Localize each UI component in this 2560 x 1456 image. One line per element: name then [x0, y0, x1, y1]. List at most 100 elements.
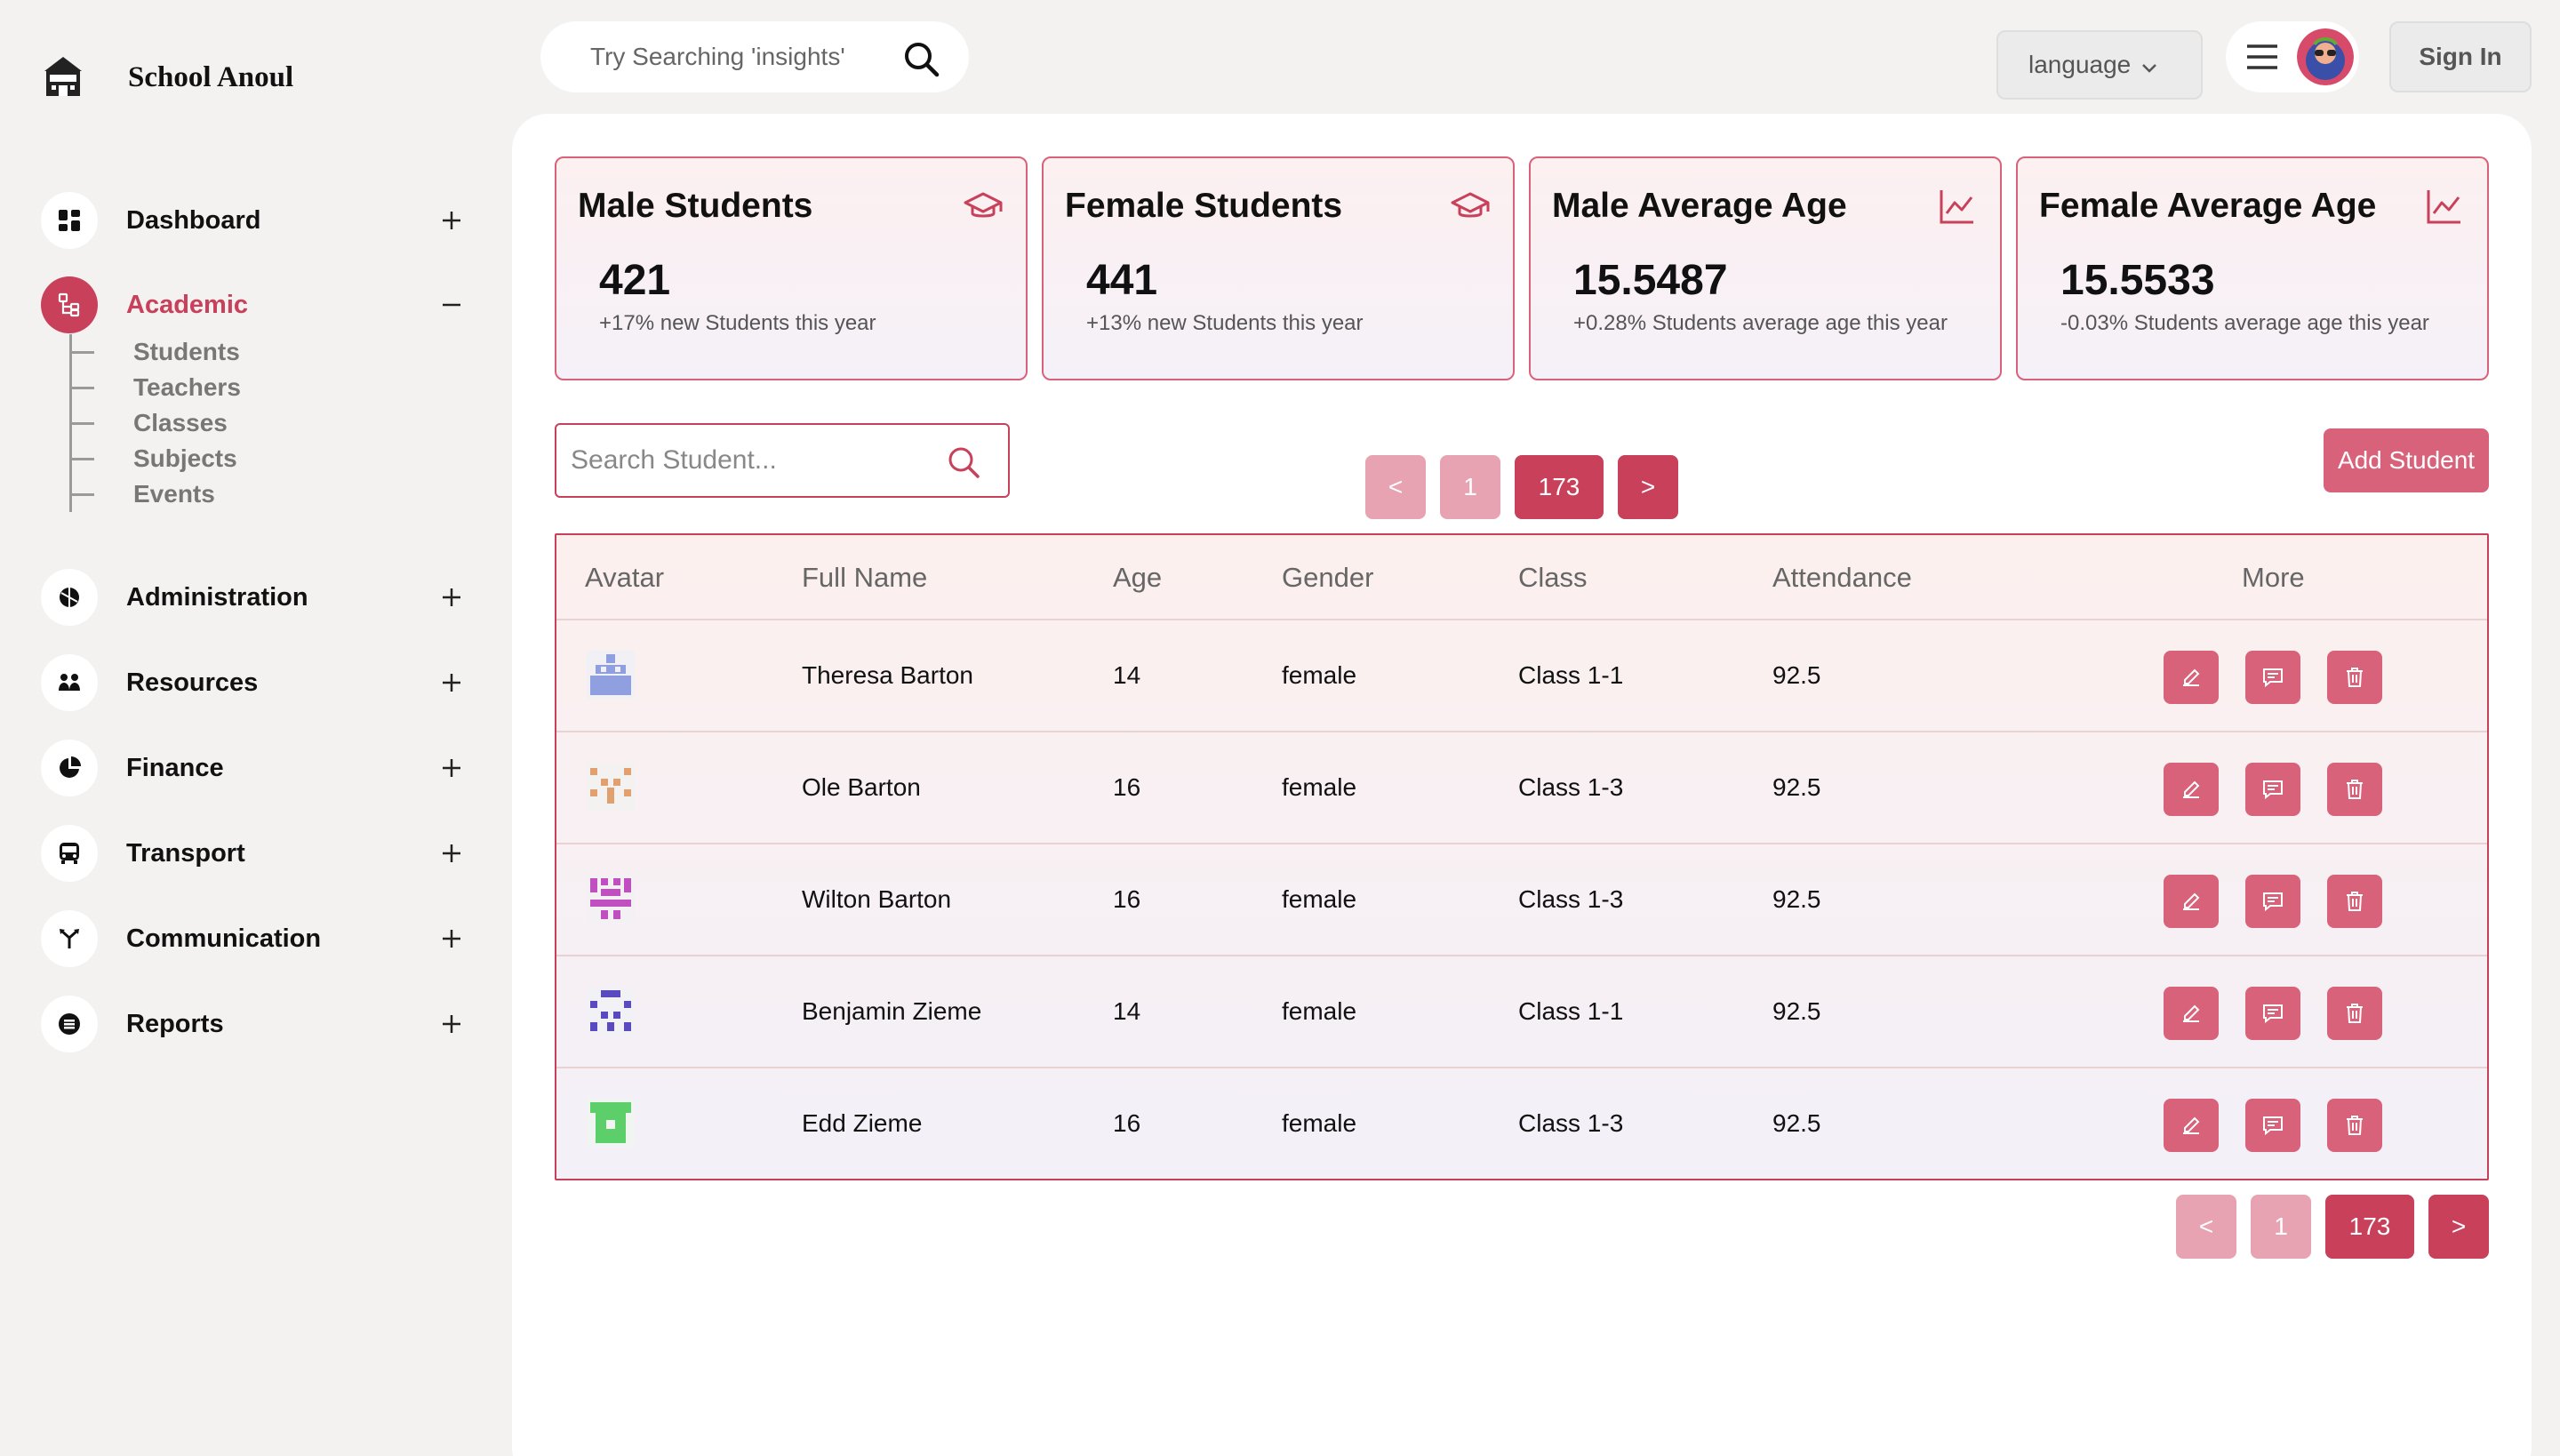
delete-button[interactable]	[2327, 763, 2382, 816]
edit-button[interactable]	[2164, 987, 2219, 1040]
delete-button[interactable]	[2327, 651, 2382, 704]
brand[interactable]: School Anoul	[43, 55, 293, 100]
delete-button[interactable]	[2327, 1099, 2382, 1152]
brand-name: School Anoul	[128, 60, 294, 93]
student-attendance: 92.5	[1772, 997, 1821, 1025]
student-name[interactable]: Theresa Barton	[802, 661, 973, 690]
plus-icon[interactable]	[436, 1008, 468, 1040]
student-name[interactable]: Ole Barton	[802, 773, 921, 802]
message-icon	[2263, 780, 2283, 800]
student-avatar	[587, 651, 635, 699]
pagination-prev-button[interactable]: <	[1365, 455, 1426, 519]
student-attendance: 92.5	[1772, 1109, 1821, 1137]
plus-icon[interactable]	[436, 581, 468, 613]
sidebar-item-dashboard[interactable]: Dashboard	[41, 192, 476, 249]
plus-icon[interactable]	[436, 204, 468, 236]
message-button[interactable]	[2245, 651, 2300, 704]
pagination-current-page[interactable]: 173	[1515, 455, 1604, 519]
subnav-item-subjects[interactable]: Subjects	[69, 441, 237, 476]
student-class: Class 1-1	[1518, 661, 1624, 689]
tick	[69, 350, 94, 354]
student-gender: female	[1282, 885, 1357, 913]
sidebar-item-label: Finance	[126, 753, 224, 782]
pagination-current-page[interactable]: 173	[2325, 1195, 2414, 1259]
card-value: 441	[1086, 257, 1158, 304]
student-avatar	[587, 1099, 635, 1147]
table-row[interactable]: Ole Barton 16 female Class 1-3 92.5	[556, 732, 2487, 844]
subnav-item-teachers[interactable]: Teachers	[69, 370, 241, 405]
delete-button[interactable]	[2327, 875, 2382, 928]
sidebar-item-academic[interactable]: Academic	[41, 276, 476, 333]
plus-icon[interactable]	[436, 667, 468, 699]
edit-button[interactable]	[2164, 1099, 2219, 1152]
trash-icon	[2347, 1004, 2363, 1023]
pagination-next-button[interactable]: >	[2428, 1195, 2489, 1259]
academic-subnav: Students Teachers Classes Subjects Event…	[69, 334, 300, 512]
student-search-input[interactable]	[571, 445, 926, 476]
student-class: Class 1-3	[1518, 773, 1624, 801]
table-row[interactable]: Wilton Barton 16 female Class 1-3 92.5	[556, 844, 2487, 956]
minus-icon[interactable]	[436, 289, 468, 321]
subnav-item-students[interactable]: Students	[69, 334, 240, 370]
pagination-next-button[interactable]: >	[1618, 455, 1678, 519]
message-button[interactable]	[2245, 987, 2300, 1040]
pagination-prev-button[interactable]: <	[2176, 1195, 2236, 1259]
subnav-item-classes[interactable]: Classes	[69, 405, 228, 441]
subnav-item-events[interactable]: Events	[69, 476, 215, 512]
column-header: Gender	[1282, 562, 1374, 593]
pagination-page-button[interactable]: 1	[1440, 455, 1500, 519]
search-icon[interactable]	[901, 39, 940, 78]
trash-icon	[2347, 892, 2363, 911]
table-row[interactable]: Theresa Barton 14 female Class 1-1 92.5	[556, 620, 2487, 732]
table-row[interactable]: Edd Zieme 16 female Class 1-3 92.5	[556, 1068, 2487, 1179]
student-age: 14	[1113, 997, 1141, 1025]
student-age: 16	[1113, 1109, 1141, 1137]
student-name[interactable]: Benjamin Zieme	[802, 997, 981, 1026]
sidebar-item-communication[interactable]: Communication	[41, 910, 476, 967]
column-header: More	[2242, 562, 2305, 593]
edit-button[interactable]	[2164, 763, 2219, 816]
user-menu[interactable]	[2226, 21, 2359, 92]
tick	[69, 492, 94, 496]
sign-in-button[interactable]: Sign In	[2389, 21, 2532, 92]
add-student-button[interactable]: Add Student	[2324, 428, 2489, 492]
language-select[interactable]: language	[1996, 30, 2203, 100]
hamburger-menu-icon[interactable]	[2244, 41, 2281, 73]
student-name[interactable]: Edd Zieme	[802, 1109, 922, 1138]
sidebar-item-label: Reports	[126, 1009, 224, 1038]
sidebar-item-transport[interactable]: Transport	[41, 825, 476, 882]
message-icon	[2263, 1116, 2283, 1136]
delete-button[interactable]	[2327, 987, 2382, 1040]
avatar[interactable]	[2297, 28, 2354, 85]
subnav-label: Teachers	[133, 373, 241, 401]
sidebar-item-administration[interactable]: Administration	[41, 569, 476, 626]
sidebar-item-finance[interactable]: Finance	[41, 740, 476, 796]
edit-button[interactable]	[2164, 875, 2219, 928]
card-subtext: +0.28% Students average age this year	[1573, 311, 1948, 335]
search-icon[interactable]	[946, 444, 981, 480]
plus-icon[interactable]	[436, 923, 468, 955]
sidebar-item-resources[interactable]: Resources	[41, 654, 476, 711]
message-button[interactable]	[2245, 763, 2300, 816]
global-search[interactable]	[540, 21, 969, 92]
sidebar-item-reports[interactable]: Reports	[41, 996, 476, 1052]
plus-icon[interactable]	[436, 752, 468, 784]
main-panel: Male Students 421 +17% new Students this…	[512, 114, 2532, 1456]
column-header: Full Name	[802, 562, 928, 593]
message-button[interactable]	[2245, 875, 2300, 928]
pagination-top: < 1 173 >	[1365, 455, 1678, 519]
plus-icon[interactable]	[436, 837, 468, 869]
table-row[interactable]: Benjamin Zieme 14 female Class 1-1 92.5	[556, 956, 2487, 1068]
message-button[interactable]	[2245, 1099, 2300, 1152]
column-header: Attendance	[1772, 562, 1912, 593]
school-logo-icon	[44, 57, 82, 96]
pagination-page-button[interactable]: 1	[2251, 1195, 2311, 1259]
global-search-input[interactable]	[590, 43, 892, 71]
student-age: 14	[1113, 661, 1141, 689]
sidebar-item-label: Transport	[126, 838, 245, 868]
sidebar: School Anoul Dashboard Academic Students…	[0, 0, 512, 1456]
student-gender: female	[1282, 661, 1357, 689]
student-search[interactable]	[555, 423, 1010, 498]
edit-button[interactable]	[2164, 651, 2219, 704]
student-name[interactable]: Wilton Barton	[802, 885, 951, 914]
